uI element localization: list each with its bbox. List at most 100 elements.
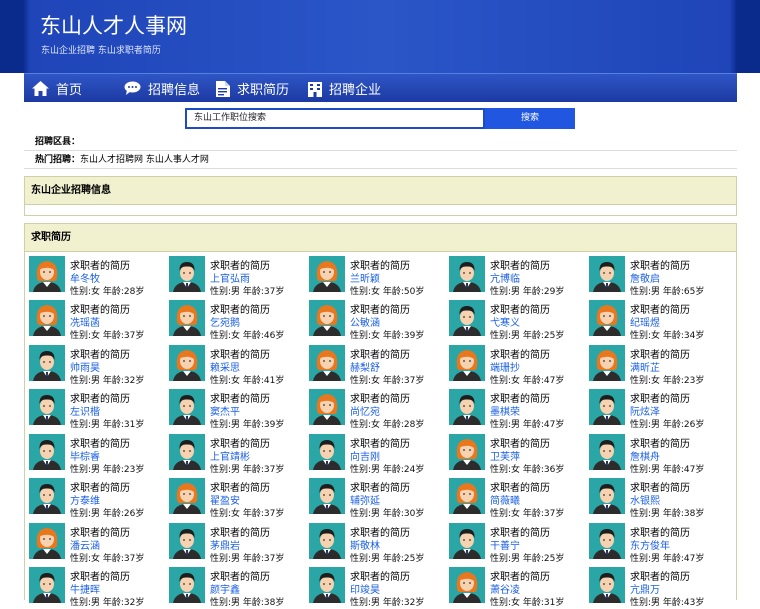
male-avatar-icon[interactable]: [589, 478, 625, 514]
resume-name-link[interactable]: 翟盈安: [210, 492, 240, 507]
male-avatar-icon[interactable]: [449, 523, 485, 559]
male-avatar-icon[interactable]: [309, 523, 345, 559]
resume-card[interactable]: 求职者的简历 卫芙萍 性别:女 年龄:36岁: [449, 432, 589, 476]
nav-resumes[interactable]: 求职简历: [216, 74, 289, 103]
resume-name-link[interactable]: 赫梨舒: [350, 359, 380, 374]
resume-card[interactable]: 求职者的简历 冼瑶菡 性别:女 年龄:37岁: [29, 298, 169, 342]
resume-name-link[interactable]: 上官靖彬: [210, 448, 250, 463]
male-avatar-icon[interactable]: [169, 256, 205, 292]
female-avatar-icon[interactable]: [449, 478, 485, 514]
resume-name-link[interactable]: 水银熙: [630, 492, 660, 507]
jobs-panel-title[interactable]: 东山企业招聘信息: [25, 177, 736, 205]
male-avatar-icon[interactable]: [29, 478, 65, 514]
resume-name-link[interactable]: 左识楷: [70, 403, 100, 418]
male-avatar-icon[interactable]: [169, 523, 205, 559]
male-avatar-icon[interactable]: [169, 567, 205, 603]
nav-jobs[interactable]: 招聘信息: [124, 74, 200, 103]
female-avatar-icon[interactable]: [589, 345, 625, 381]
resume-name-link[interactable]: 上官弘雨: [210, 270, 250, 285]
resume-card[interactable]: 求职者的简历 纪瑶煜 性别:女 年龄:34岁: [589, 298, 729, 342]
male-avatar-icon[interactable]: [29, 345, 65, 381]
female-avatar-icon[interactable]: [29, 300, 65, 336]
search-button[interactable]: 搜索: [485, 108, 575, 129]
female-avatar-icon[interactable]: [169, 345, 205, 381]
resume-name-link[interactable]: 干善宁: [490, 537, 520, 552]
resume-card[interactable]: 求职者的简历 辅弥延 性别:男 年龄:30岁: [309, 476, 449, 520]
resume-card[interactable]: 求职者的简历 印竣昊 性别:男 年龄:32岁: [309, 565, 449, 609]
resume-card[interactable]: 求职者的简历 东方俊年 性别:男 年龄:47岁: [589, 521, 729, 565]
resume-name-link[interactable]: 詹敬启: [630, 270, 660, 285]
resume-card[interactable]: 求职者的简历 阮炫泽 性别:男 年龄:26岁: [589, 387, 729, 431]
resume-name-link[interactable]: 阮炫泽: [630, 403, 660, 418]
resume-name-link[interactable]: 窦杰平: [210, 403, 240, 418]
female-avatar-icon[interactable]: [29, 256, 65, 292]
resume-card[interactable]: 求职者的简历 毕棕睿 性别:男 年龄:23岁: [29, 432, 169, 476]
resume-name-link[interactable]: 萧谷凌: [490, 581, 520, 596]
resume-name-link[interactable]: 东方俊年: [630, 537, 670, 552]
resume-name-link[interactable]: 向吉刚: [350, 448, 380, 463]
resume-card[interactable]: 求职者的简历 墨棋荣 性别:男 年龄:47岁: [449, 387, 589, 431]
resume-card[interactable]: 求职者的简历 詹棋舟 性别:男 年龄:47岁: [589, 432, 729, 476]
resume-card[interactable]: 求职者的简历 水银熙 性别:男 年龄:38岁: [589, 476, 729, 520]
resume-card[interactable]: 求职者的简历 牟冬牧 性别:女 年龄:28岁: [29, 254, 169, 298]
hot-links[interactable]: 东山人才招聘网 东山人事人才网: [80, 155, 209, 165]
resume-card[interactable]: 求职者的简历 亢博临 性别:男 年龄:29岁: [449, 254, 589, 298]
resume-name-link[interactable]: 茅鼎岩: [210, 537, 240, 552]
resume-name-link[interactable]: 亢博临: [490, 270, 520, 285]
male-avatar-icon[interactable]: [309, 434, 345, 470]
resume-name-link[interactable]: 方泰维: [70, 492, 100, 507]
resume-name-link[interactable]: 牟冬牧: [70, 270, 100, 285]
resume-card[interactable]: 求职者的简历 满昕芷 性别:女 年龄:23岁: [589, 343, 729, 387]
resume-name-link[interactable]: 冼瑶菡: [70, 314, 100, 329]
resume-name-link[interactable]: 简薇曦: [490, 492, 520, 507]
search-input[interactable]: 东山工作职位搜索: [185, 108, 485, 129]
female-avatar-icon[interactable]: [309, 256, 345, 292]
female-avatar-icon[interactable]: [449, 345, 485, 381]
male-avatar-icon[interactable]: [589, 389, 625, 425]
resume-name-link[interactable]: 公敏涵: [350, 314, 380, 329]
female-avatar-icon[interactable]: [309, 300, 345, 336]
resume-name-link[interactable]: 纪瑶煜: [630, 314, 660, 329]
resume-card[interactable]: 求职者的简历 翟盈安 性别:女 年龄:37岁: [169, 476, 309, 520]
male-avatar-icon[interactable]: [589, 567, 625, 603]
male-avatar-icon[interactable]: [449, 300, 485, 336]
male-avatar-icon[interactable]: [169, 434, 205, 470]
resume-name-link[interactable]: 潘云涵: [70, 537, 100, 552]
male-avatar-icon[interactable]: [449, 256, 485, 292]
resume-name-link[interactable]: 赖采思: [210, 359, 240, 374]
resume-name-link[interactable]: 帅雨昊: [70, 359, 100, 374]
resume-card[interactable]: 求职者的简历 兰昕颖 性别:女 年龄:50岁: [309, 254, 449, 298]
resume-card[interactable]: 求职者的简历 上官弘雨 性别:男 年龄:37岁: [169, 254, 309, 298]
resume-card[interactable]: 求职者的简历 詹敬启 性别:男 年龄:65岁: [589, 254, 729, 298]
male-avatar-icon[interactable]: [589, 523, 625, 559]
resume-card[interactable]: 求职者的简历 向吉刚 性别:男 年龄:24岁: [309, 432, 449, 476]
resume-card[interactable]: 求职者的简历 潘云涵 性别:女 年龄:37岁: [29, 521, 169, 565]
resume-name-link[interactable]: 印竣昊: [350, 581, 380, 596]
resume-card[interactable]: 求职者的简历 茅鼎岩 性别:男 年龄:37岁: [169, 521, 309, 565]
resume-name-link[interactable]: 满昕芷: [630, 359, 660, 374]
resume-card[interactable]: 求职者的简历 窦杰平 性别:男 年龄:39岁: [169, 387, 309, 431]
nav-companies[interactable]: 招聘企业: [308, 74, 381, 103]
male-avatar-icon[interactable]: [309, 478, 345, 514]
male-avatar-icon[interactable]: [29, 434, 65, 470]
resume-card[interactable]: 求职者的简历 端珊抄 性别:女 年龄:47岁: [449, 343, 589, 387]
female-avatar-icon[interactable]: [449, 567, 485, 603]
resume-name-link[interactable]: 端珊抄: [490, 359, 520, 374]
resume-name-link[interactable]: 尚忆宛: [350, 403, 380, 418]
resume-card[interactable]: 求职者的简历 公敏涵 性别:女 年龄:39岁: [309, 298, 449, 342]
female-avatar-icon[interactable]: [309, 345, 345, 381]
resume-card[interactable]: 求职者的简历 牛捷晖 性别:男 年龄:32岁: [29, 565, 169, 609]
resume-name-link[interactable]: 詹棋舟: [630, 448, 660, 463]
resume-card[interactable]: 求职者的简历 上官靖彬 性别:男 年龄:37岁: [169, 432, 309, 476]
resume-card[interactable]: 求职者的简历 萧谷凌 性别:女 年龄:31岁: [449, 565, 589, 609]
resumes-panel-title[interactable]: 求职简历: [25, 224, 736, 252]
nav-home[interactable]: 首页: [32, 74, 82, 103]
female-avatar-icon[interactable]: [169, 300, 205, 336]
female-avatar-icon[interactable]: [449, 434, 485, 470]
resume-card[interactable]: 求职者的简历 颜宇鑫 性别:男 年龄:38岁: [169, 565, 309, 609]
resume-card[interactable]: 求职者的简历 赖采思 性别:女 年龄:41岁: [169, 343, 309, 387]
resume-card[interactable]: 求职者的简历 弋寒义 性别:男 年龄:25岁: [449, 298, 589, 342]
male-avatar-icon[interactable]: [29, 389, 65, 425]
resume-card[interactable]: 求职者的简历 帅雨昊 性别:男 年龄:32岁: [29, 343, 169, 387]
male-avatar-icon[interactable]: [29, 567, 65, 603]
